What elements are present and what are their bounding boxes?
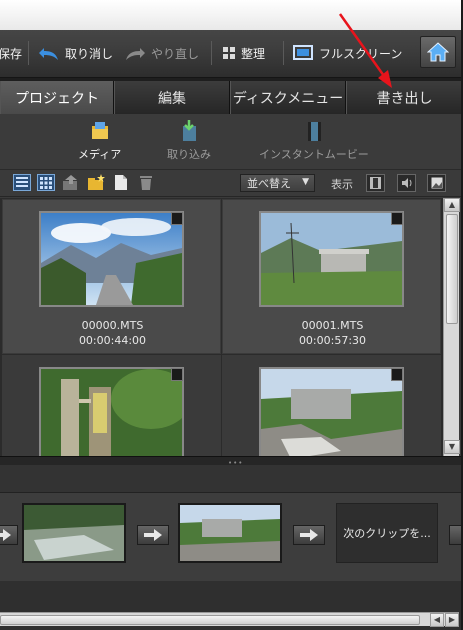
thumbnail-view-icon[interactable] [37, 174, 55, 191]
new-folder-icon[interactable] [87, 174, 105, 191]
media-thumbnail [39, 367, 184, 456]
video-badge-icon [171, 212, 183, 225]
chevron-down-icon: ▼ [302, 177, 309, 187]
fullscreen-button[interactable]: フルスクリーン [292, 37, 402, 69]
tab-edit[interactable]: 編集 [114, 81, 230, 114]
undo-label: 取り消し [65, 46, 114, 61]
tab-export[interactable]: 書き出し [346, 81, 461, 114]
list-view-icon[interactable] [13, 174, 31, 191]
panel-splitter[interactable]: ••• [0, 456, 461, 467]
undo-button[interactable]: 取り消し [38, 37, 113, 69]
media-filename: 00000.MTS [81, 319, 144, 332]
tab-project[interactable]: プロジェクト [0, 81, 114, 114]
instant-movie-button[interactable]: インスタントムービー [259, 120, 369, 162]
home-icon [427, 42, 449, 62]
sub-toolbar: メディア 取り込み インスタントムービー [0, 114, 461, 170]
redo-label: やり直し [151, 46, 200, 61]
media-duration: 00:00:44:00 [78, 334, 147, 347]
home-button[interactable] [420, 36, 456, 68]
arrow-right-icon [144, 529, 162, 541]
organize-button[interactable]: 整理 [222, 37, 265, 69]
import-button[interactable]: 取り込み [167, 120, 211, 162]
video-badge-icon [171, 368, 183, 381]
new-document-icon[interactable] [112, 174, 130, 191]
save-button[interactable]: 保存 [0, 37, 22, 69]
next-clip-label: 次のクリップを... [343, 527, 431, 540]
scroll-thumb[interactable] [0, 615, 420, 625]
video-badge-icon [391, 368, 403, 381]
tab-label: ディスクメニュー [232, 90, 344, 107]
window-top-strip [0, 0, 461, 30]
show-still-toggle[interactable] [427, 174, 446, 192]
media-thumbnail [39, 211, 184, 307]
tab-bar: プロジェクト 編集 ディスクメニュー 書き出し [0, 78, 461, 114]
video-badge-icon [391, 212, 403, 225]
scroll-right-icon[interactable]: ▶ [445, 613, 459, 627]
toolbar-separator [211, 41, 212, 65]
show-audio-toggle[interactable] [397, 174, 416, 192]
transition-slot[interactable] [449, 525, 461, 545]
grid-icon [223, 47, 235, 59]
speaker-icon [401, 178, 411, 188]
storyboard-header [0, 465, 461, 493]
media-label: メディア [78, 148, 122, 161]
media-thumbnail [259, 211, 404, 307]
sort-dropdown[interactable]: 並べ替え ▼ [240, 174, 315, 192]
storyboard-clip[interactable] [22, 503, 126, 563]
trash-icon[interactable] [137, 174, 155, 191]
media-item[interactable]: 00001.MTS 00:00:57:30 [222, 199, 441, 354]
next-clip-placeholder[interactable]: 次のクリップを... [336, 503, 438, 563]
main-toolbar: 保存 取り消し やり直し 整理 フルスクリーン [0, 0, 461, 78]
storyboard-clip[interactable] [178, 503, 282, 563]
arrow-right-icon [0, 529, 11, 541]
media-vertical-scrollbar[interactable]: ▲ ▼ [443, 198, 460, 456]
transition-slot[interactable] [137, 525, 169, 545]
tab-disc-menu[interactable]: ディスクメニュー [230, 81, 346, 114]
redo-button[interactable]: やり直し [124, 37, 199, 69]
toolbar-separator [28, 41, 29, 65]
fullscreen-icon [293, 45, 313, 60]
move-up-folder-icon[interactable] [62, 174, 80, 191]
media-folder-icon [91, 122, 108, 139]
import-icon [183, 120, 196, 141]
instant-movie-label: インスタントムービー [259, 148, 369, 161]
media-filename: 00001.MTS [301, 319, 364, 332]
media-item[interactable] [222, 355, 441, 456]
app-window: 保存 取り消し やり直し 整理 フルスクリーン プロジェクト 編集 ディスクメニ… [0, 0, 463, 630]
organize-label: 整理 [241, 46, 266, 61]
scroll-thumb[interactable] [446, 214, 458, 324]
tab-label: 編集 [158, 90, 186, 107]
tab-label: 書き出し [376, 90, 433, 107]
media-item[interactable]: 00000.MTS 00:00:44:00 [2, 199, 221, 354]
toolbar-row: 保存 取り消し やり直し 整理 フルスクリーン [0, 37, 461, 69]
undo-icon [39, 48, 58, 60]
transition-slot[interactable] [0, 525, 18, 545]
import-label: 取り込み [167, 148, 211, 161]
media-duration: 00:00:57:30 [298, 334, 367, 347]
save-label: 保存 [0, 46, 23, 61]
scroll-down-icon[interactable]: ▼ [444, 440, 460, 454]
media-thumbnail [259, 367, 404, 456]
storyboard: 次のクリップを... [0, 493, 461, 581]
sort-label: 並べ替え [247, 177, 291, 190]
view-bar: 並べ替え ▼ 表示 [0, 170, 461, 197]
tab-label: プロジェクト [15, 90, 99, 107]
scroll-up-icon[interactable]: ▲ [444, 198, 460, 212]
photo-icon [431, 177, 442, 189]
toolbar-separator [283, 41, 284, 65]
redo-icon [126, 48, 145, 60]
display-label: 表示 [331, 178, 353, 191]
storyboard-horizontal-scrollbar[interactable]: ◀ ▶ [0, 612, 459, 627]
film-icon [307, 122, 321, 141]
scroll-left-icon[interactable]: ◀ [430, 613, 444, 627]
film-strip-icon [370, 177, 381, 189]
arrow-right-icon [300, 529, 318, 541]
media-grid: 00000.MTS 00:00:44:00 00001.MTS 00:00:57… [0, 198, 443, 456]
fullscreen-label: フルスクリーン [319, 46, 403, 61]
transition-slot[interactable] [293, 525, 325, 545]
show-video-toggle[interactable] [366, 174, 385, 192]
media-button[interactable]: メディア [78, 120, 121, 162]
media-item[interactable] [2, 355, 221, 456]
